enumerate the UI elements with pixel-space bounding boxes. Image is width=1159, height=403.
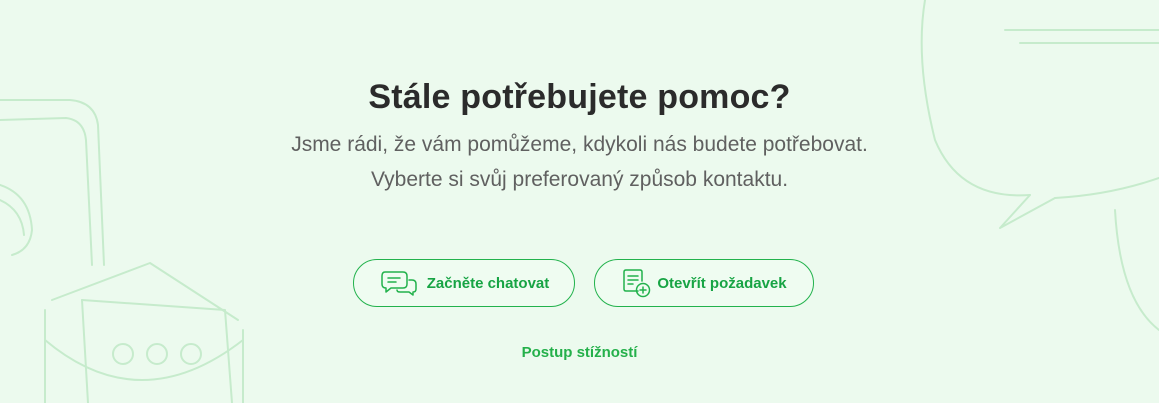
complaint-procedure-link[interactable]: Postup stížností — [0, 344, 1159, 361]
document-add-icon — [621, 267, 653, 299]
subtitle: Jsme rádi, že vám pomůžeme, kdykoli nás … — [0, 127, 1159, 197]
chat-bubbles-icon — [379, 269, 419, 297]
page-title: Stále potřebujete pomoc? — [368, 78, 791, 116]
help-section: Stále potřebujete pomoc? Jsme rádi, že v… — [0, 0, 1159, 403]
open-request-label: Otevřít požadavek — [657, 274, 787, 292]
start-chat-button[interactable]: Začněte chatovat — [353, 259, 575, 307]
subtitle-line-1: Jsme rádi, že vám pomůžeme, kdykoli nás … — [291, 133, 868, 156]
open-request-button[interactable]: Otevřít požadavek — [594, 259, 814, 307]
start-chat-label: Začněte chatovat — [426, 274, 550, 292]
subtitle-line-2: Vyberte si svůj preferovaný způsob konta… — [370, 168, 789, 191]
